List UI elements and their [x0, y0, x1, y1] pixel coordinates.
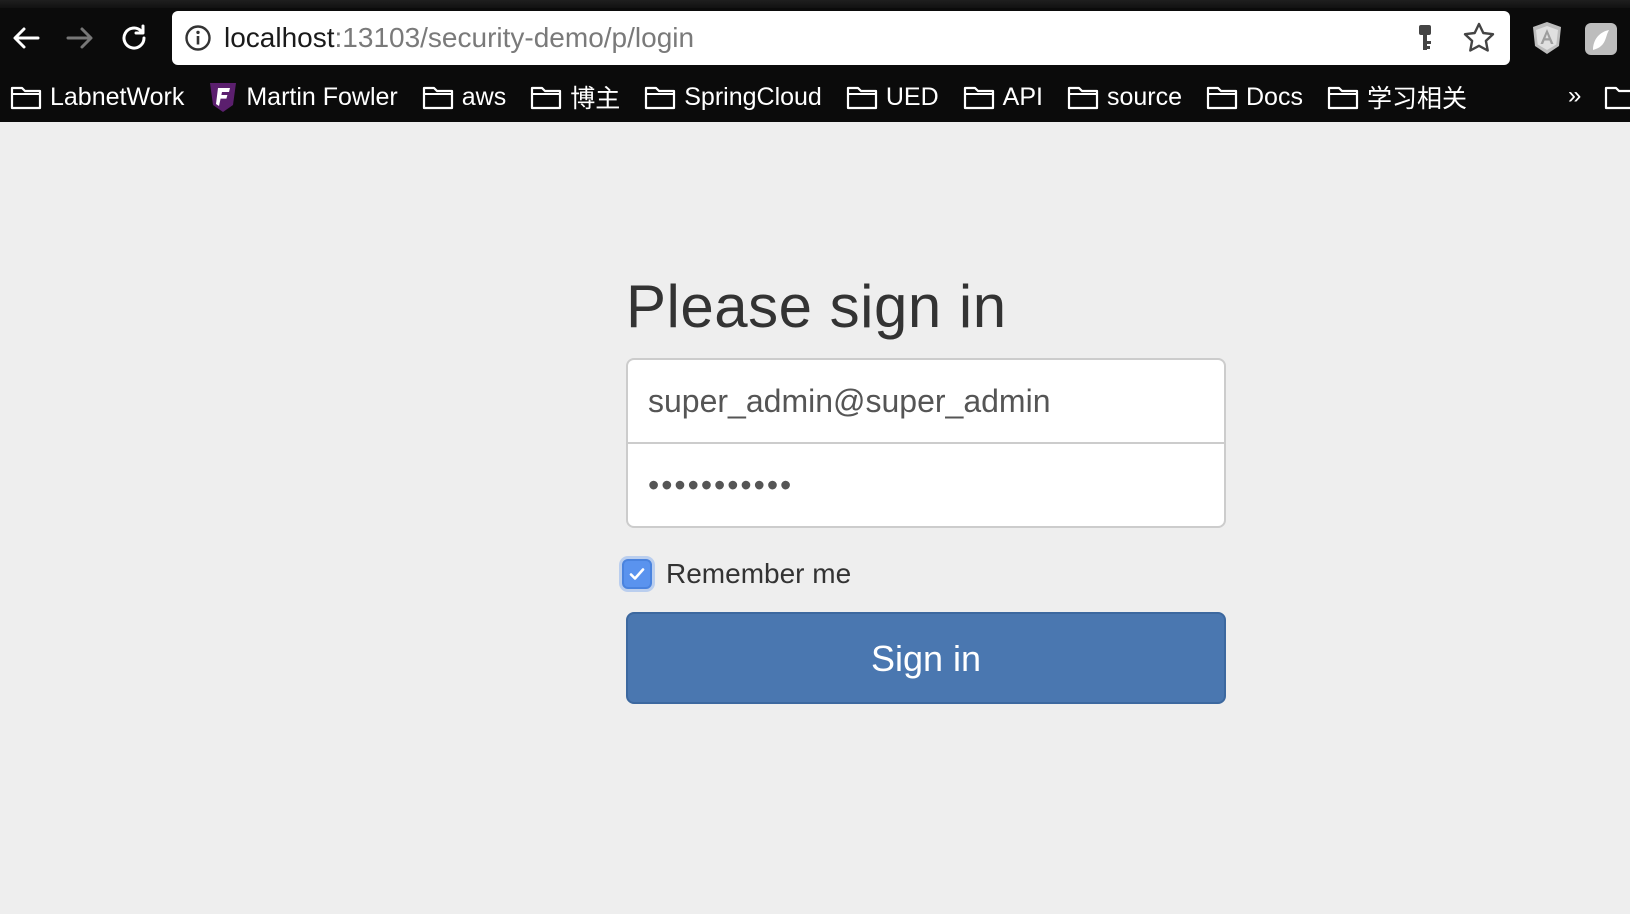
angular-shield-icon[interactable] [1530, 20, 1564, 56]
browser-chrome: localhost:13103/security-demo/p/login La… [0, 0, 1630, 122]
bookmark-bozhu[interactable]: 博主 [530, 72, 620, 122]
bookmark-label: Docs [1245, 82, 1303, 111]
extension-icon[interactable] [1584, 22, 1618, 56]
remember-me-checkbox[interactable] [622, 559, 652, 589]
folder-icon[interactable] [1604, 84, 1630, 110]
url-host: localhost [224, 22, 335, 53]
star-icon[interactable] [1462, 21, 1496, 55]
bookmark-source[interactable]: source [1067, 72, 1182, 122]
bookmark-label: API [1002, 82, 1043, 111]
bookmark-label: aws [461, 82, 507, 111]
remember-me-label[interactable]: Remember me [666, 558, 851, 590]
password-input[interactable] [626, 442, 1226, 528]
page-title: Please sign in [626, 273, 1007, 340]
tab-strip [0, 0, 1630, 8]
address-bar[interactable]: localhost:13103/security-demo/p/login [172, 11, 1510, 65]
url-path: :13103/security-demo/p/login [334, 22, 695, 53]
sign-in-button[interactable]: Sign in [626, 612, 1226, 704]
bookmark-label: LabnetWork [50, 82, 185, 111]
bookmarks-bar: LabnetWork Martin Fowler aws 博主 SpringCl… [0, 72, 1630, 122]
bookmark-docs[interactable]: Docs [1206, 72, 1303, 122]
remember-me-row: Remember me [622, 554, 851, 594]
bookmark-xuexi[interactable]: 学习相关 [1327, 72, 1467, 122]
bookmarks-overflow-button[interactable]: » [1568, 72, 1581, 122]
folder-icon [1067, 86, 1099, 110]
folder-icon [846, 86, 877, 110]
forward-button[interactable] [58, 16, 102, 60]
martin-fowler-favicon [210, 83, 237, 112]
bookmark-springcloud[interactable]: SpringCloud [644, 72, 822, 122]
folder-icon [422, 86, 453, 110]
bookmark-label: source [1106, 82, 1182, 111]
folder-icon [531, 86, 562, 110]
arrow-right-icon [66, 27, 93, 49]
folder-icon [1206, 86, 1238, 110]
bookmark-ued[interactable]: UED [846, 72, 939, 122]
checkmark-icon [629, 568, 645, 580]
reload-icon [122, 24, 146, 50]
folder-icon [10, 86, 42, 110]
folder-icon [963, 86, 994, 110]
bookmark-label: SpringCloud [684, 82, 822, 111]
folder-icon [645, 86, 676, 110]
bookmark-api[interactable]: API [963, 72, 1043, 122]
bookmark-label: 学习相关 [1366, 85, 1467, 113]
bookmark-aws[interactable]: aws [422, 72, 506, 122]
key-icon[interactable] [1410, 23, 1440, 53]
reload-button[interactable] [112, 16, 156, 60]
bookmark-label: Martin Fowler [246, 82, 398, 111]
bookmark-label: UED [885, 82, 939, 111]
info-icon[interactable] [184, 24, 212, 52]
bookmark-label: 博主 [570, 85, 621, 113]
bookmark-labnetwork[interactable]: LabnetWork [10, 72, 184, 122]
signin-form: Please sign in Remember me Sign in [622, 262, 1226, 704]
folder-icon [1327, 86, 1359, 110]
username-input[interactable] [626, 358, 1226, 444]
back-button[interactable] [4, 16, 48, 60]
url-text[interactable]: localhost:13103/security-demo/p/login [224, 11, 694, 65]
arrow-left-icon [13, 27, 40, 49]
bookmark-martin-fowler[interactable]: Martin Fowler [208, 72, 398, 122]
